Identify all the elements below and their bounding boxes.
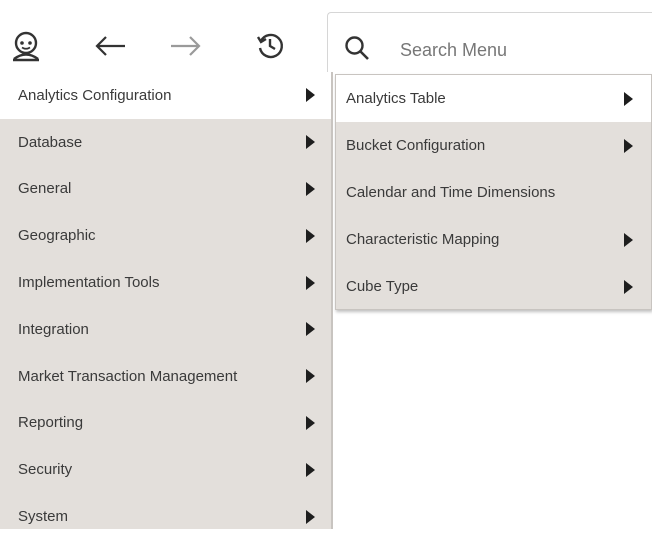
menu-item-general[interactable]: General [0,166,331,213]
search-input[interactable] [400,37,640,63]
submenu-arrow-icon [306,415,315,430]
submenu-item-label: Characteristic Mapping [346,231,500,248]
submenu-arrow-icon [306,181,315,196]
menu-item-label: Analytics Configuration [18,86,172,104]
submenu-arrow-icon [306,228,315,243]
menu-item-label: General [18,180,72,198]
menu-item-integration[interactable]: Integration [0,306,331,353]
submenu-arrow-icon [306,462,315,477]
submenu-item-label: Calendar and Time Dimensions [346,184,556,201]
menu-item-analytics-configuration[interactable]: Analytics Configuration [0,72,331,119]
forward-arrow-icon[interactable] [166,26,206,66]
menu-item-reporting[interactable]: Reporting [0,400,331,447]
submenu-item-cube-type[interactable]: Cube Type [336,263,651,310]
menu-item-system[interactable]: System [0,493,331,540]
history-icon[interactable] [250,26,290,66]
submenu-arrow-icon [306,135,315,150]
back-arrow-icon[interactable] [90,26,130,66]
submenu-analytics-configuration: Analytics Table Bucket Configuration Cal… [335,74,652,310]
search-icon [345,36,369,60]
search-box[interactable] [327,12,652,72]
menu-item-label: Database [18,133,83,151]
submenu-item-characteristic-mapping[interactable]: Characteristic Mapping [336,216,651,263]
submenu-item-bucket-configuration[interactable]: Bucket Configuration [336,122,651,169]
submenu-arrow-icon [624,138,633,153]
main-menu: Analytics Configuration Database General… [0,72,333,529]
submenu-arrow-icon [306,88,315,103]
top-toolbar [0,0,652,72]
menu-item-label: Implementation Tools [18,274,160,292]
menu-item-security[interactable]: Security [0,446,331,493]
menu-item-label: Reporting [18,414,84,432]
submenu-item-calendar-and-time-dimensions[interactable]: Calendar and Time Dimensions [336,169,651,216]
menu-item-market-transaction-management[interactable]: Market Transaction Management [0,353,331,400]
submenu-arrow-icon [306,509,315,524]
menu-item-database[interactable]: Database [0,119,331,166]
submenu-arrow-icon [306,275,315,290]
submenu-item-label: Analytics Table [346,90,446,107]
menu-item-geographic[interactable]: Geographic [0,212,331,259]
submenu-item-analytics-table[interactable]: Analytics Table [336,75,651,122]
submenu-item-label: Cube Type [346,278,419,295]
user-logo-icon[interactable] [6,26,46,66]
submenu-item-label: Bucket Configuration [346,137,486,154]
menu-item-label: Security [18,461,73,479]
submenu-arrow-icon [624,91,633,106]
menu-item-label: Market Transaction Management [18,367,238,385]
menu-item-label: System [18,508,69,526]
submenu-arrow-icon [624,232,633,247]
menu-item-label: Geographic [18,227,96,245]
submenu-arrow-icon [624,279,633,294]
submenu-arrow-icon [306,369,315,384]
menu-item-label: Integration [18,320,89,338]
submenu-arrow-icon [306,322,315,337]
menu-item-implementation-tools[interactable]: Implementation Tools [0,259,331,306]
